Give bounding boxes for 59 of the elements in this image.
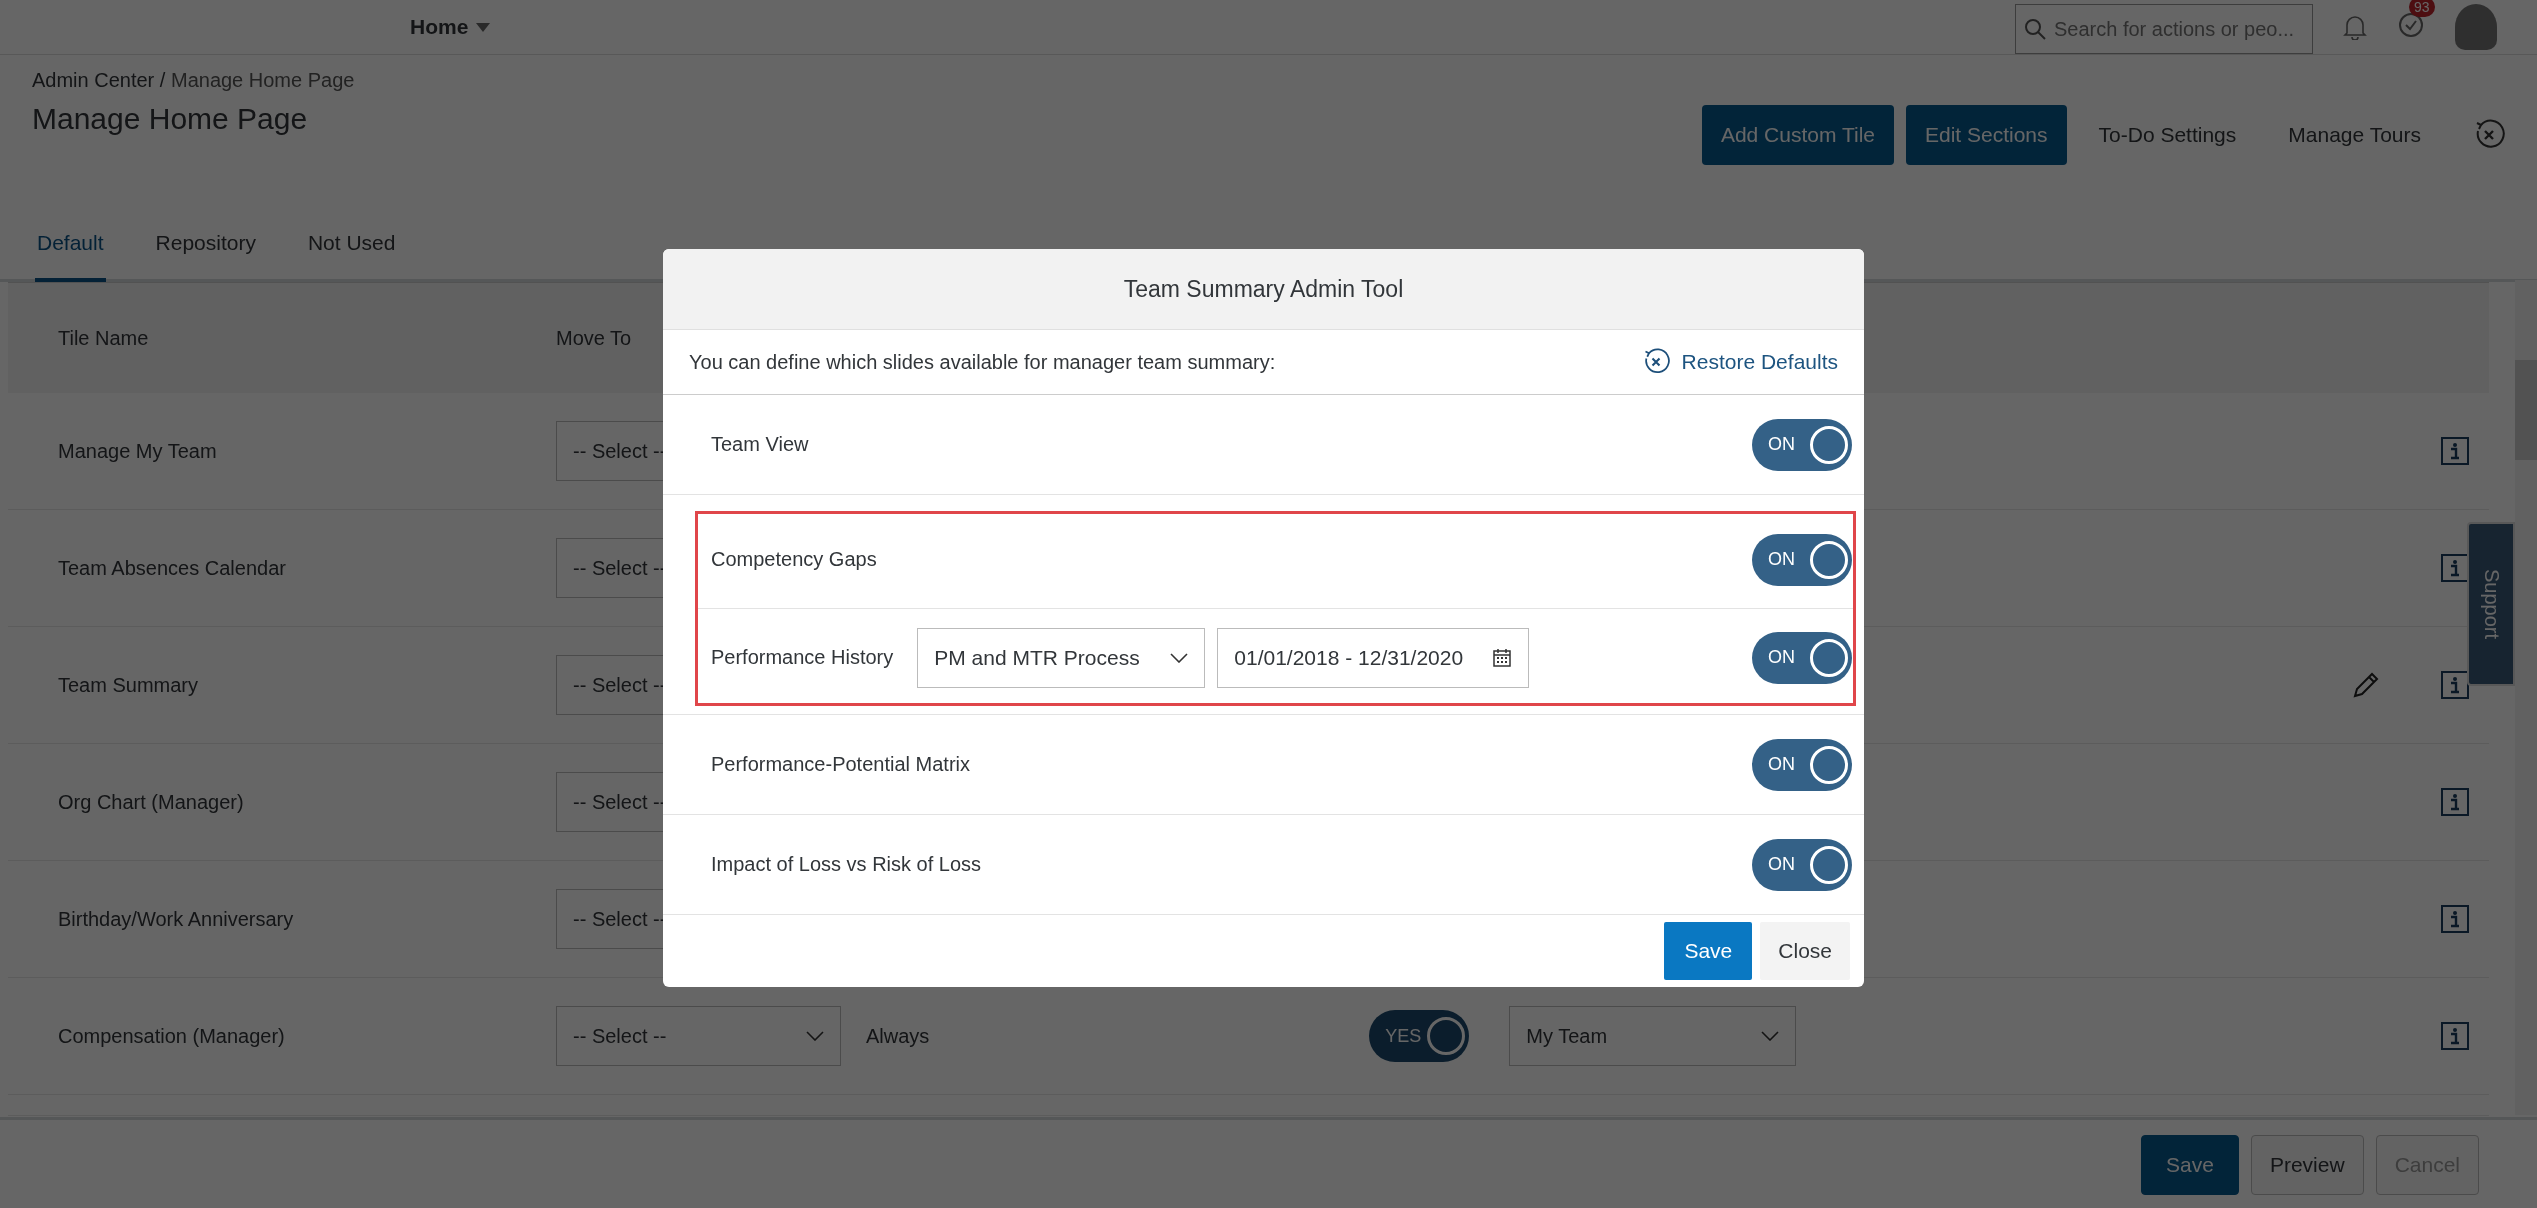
yes-toggle[interactable]: YES bbox=[1369, 1010, 1470, 1062]
slide-label: Competency Gaps bbox=[711, 548, 877, 571]
on-off-toggle[interactable]: ON bbox=[1752, 631, 1852, 684]
tile-name: Manage My Team bbox=[57, 439, 218, 463]
calendar-icon bbox=[1492, 647, 1513, 668]
home-menu[interactable]: Home bbox=[410, 15, 491, 39]
tab[interactable]: Not Used bbox=[305, 221, 398, 282]
action-button[interactable]: To-Do Settings bbox=[2078, 123, 2257, 147]
tile-name: Birthday/Work Anniversary bbox=[57, 907, 295, 931]
process-dropdown[interactable]: PM and MTR Process bbox=[917, 627, 1206, 688]
footer-button[interactable]: Preview bbox=[2250, 1135, 2364, 1195]
slide-label: Performance-Potential Matrix bbox=[711, 753, 970, 776]
visibility-text: Always bbox=[866, 1024, 930, 1048]
checkmark-circle-icon[interactable] bbox=[2397, 10, 2425, 39]
breadcrumb-current: Manage Home Page bbox=[170, 69, 355, 91]
dialog-intro: You can define which slides available for manager team summary: bbox=[689, 350, 1276, 374]
on-off-toggle[interactable]: ON bbox=[1752, 418, 1852, 471]
on-off-toggle[interactable]: ON bbox=[1752, 533, 1852, 586]
search-icon bbox=[2024, 18, 2046, 40]
tile-name: Team Absences Calendar bbox=[57, 556, 287, 580]
dialog-button[interactable]: Save bbox=[1664, 922, 1753, 980]
info-icon[interactable] bbox=[2441, 437, 2469, 465]
info-icon[interactable] bbox=[2441, 1022, 2469, 1050]
pencil-icon[interactable] bbox=[2351, 670, 2381, 700]
dialog-button[interactable]: Close bbox=[1760, 922, 1850, 980]
restore-defaults-link[interactable]: Restore Defaults bbox=[1641, 348, 1838, 376]
action-button[interactable]: Add Custom Tile bbox=[1701, 105, 1894, 165]
move-to-dropdown[interactable]: -- Select -- bbox=[556, 1006, 841, 1066]
chevron-down-icon bbox=[1761, 1031, 1780, 1041]
slide-label: Performance History bbox=[711, 646, 894, 669]
action-button[interactable]: Edit Sections bbox=[1906, 105, 2067, 165]
tile-name: Org Chart (Manager) bbox=[57, 790, 245, 814]
column-header: Move To bbox=[556, 326, 632, 350]
column-header: Tile Name bbox=[57, 326, 150, 350]
avatar[interactable] bbox=[2455, 4, 2497, 50]
audience-dropdown[interactable]: My Team bbox=[1509, 1006, 1797, 1066]
chevron-down-icon bbox=[806, 1031, 824, 1041]
footer-button[interactable]: Save bbox=[2141, 1135, 2239, 1195]
notification-badge: 93 bbox=[2409, 0, 2435, 17]
caret-icon bbox=[476, 22, 491, 32]
bell-icon[interactable] bbox=[2343, 14, 2367, 40]
info-icon[interactable] bbox=[2441, 905, 2469, 933]
date-range-field[interactable]: 01/01/2018 - 12/31/2020 bbox=[1217, 627, 1530, 688]
info-icon[interactable] bbox=[2441, 671, 2469, 699]
page-title: Manage Home Page bbox=[32, 102, 309, 136]
breadcrumb-separator: / bbox=[159, 69, 166, 91]
support-tab[interactable]: Support bbox=[2467, 522, 2515, 686]
tile-name: Team Summary bbox=[57, 673, 200, 697]
tab[interactable]: Repository bbox=[153, 221, 258, 282]
breadcrumb-link[interactable]: Admin Center bbox=[32, 69, 155, 91]
chevron-down-icon bbox=[1170, 652, 1189, 663]
on-off-toggle[interactable]: ON bbox=[1752, 738, 1852, 791]
tile-name: Compensation (Manager) bbox=[57, 1024, 286, 1048]
slide-label: Impact of Loss vs Risk of Loss bbox=[711, 853, 982, 876]
action-button[interactable]: Manage Tours bbox=[2268, 123, 2441, 147]
dialog-title: Team Summary Admin Tool bbox=[663, 249, 1864, 330]
on-off-toggle[interactable]: ON bbox=[1752, 838, 1852, 891]
info-icon[interactable] bbox=[2441, 788, 2469, 816]
slide-label: Team View bbox=[711, 433, 809, 456]
